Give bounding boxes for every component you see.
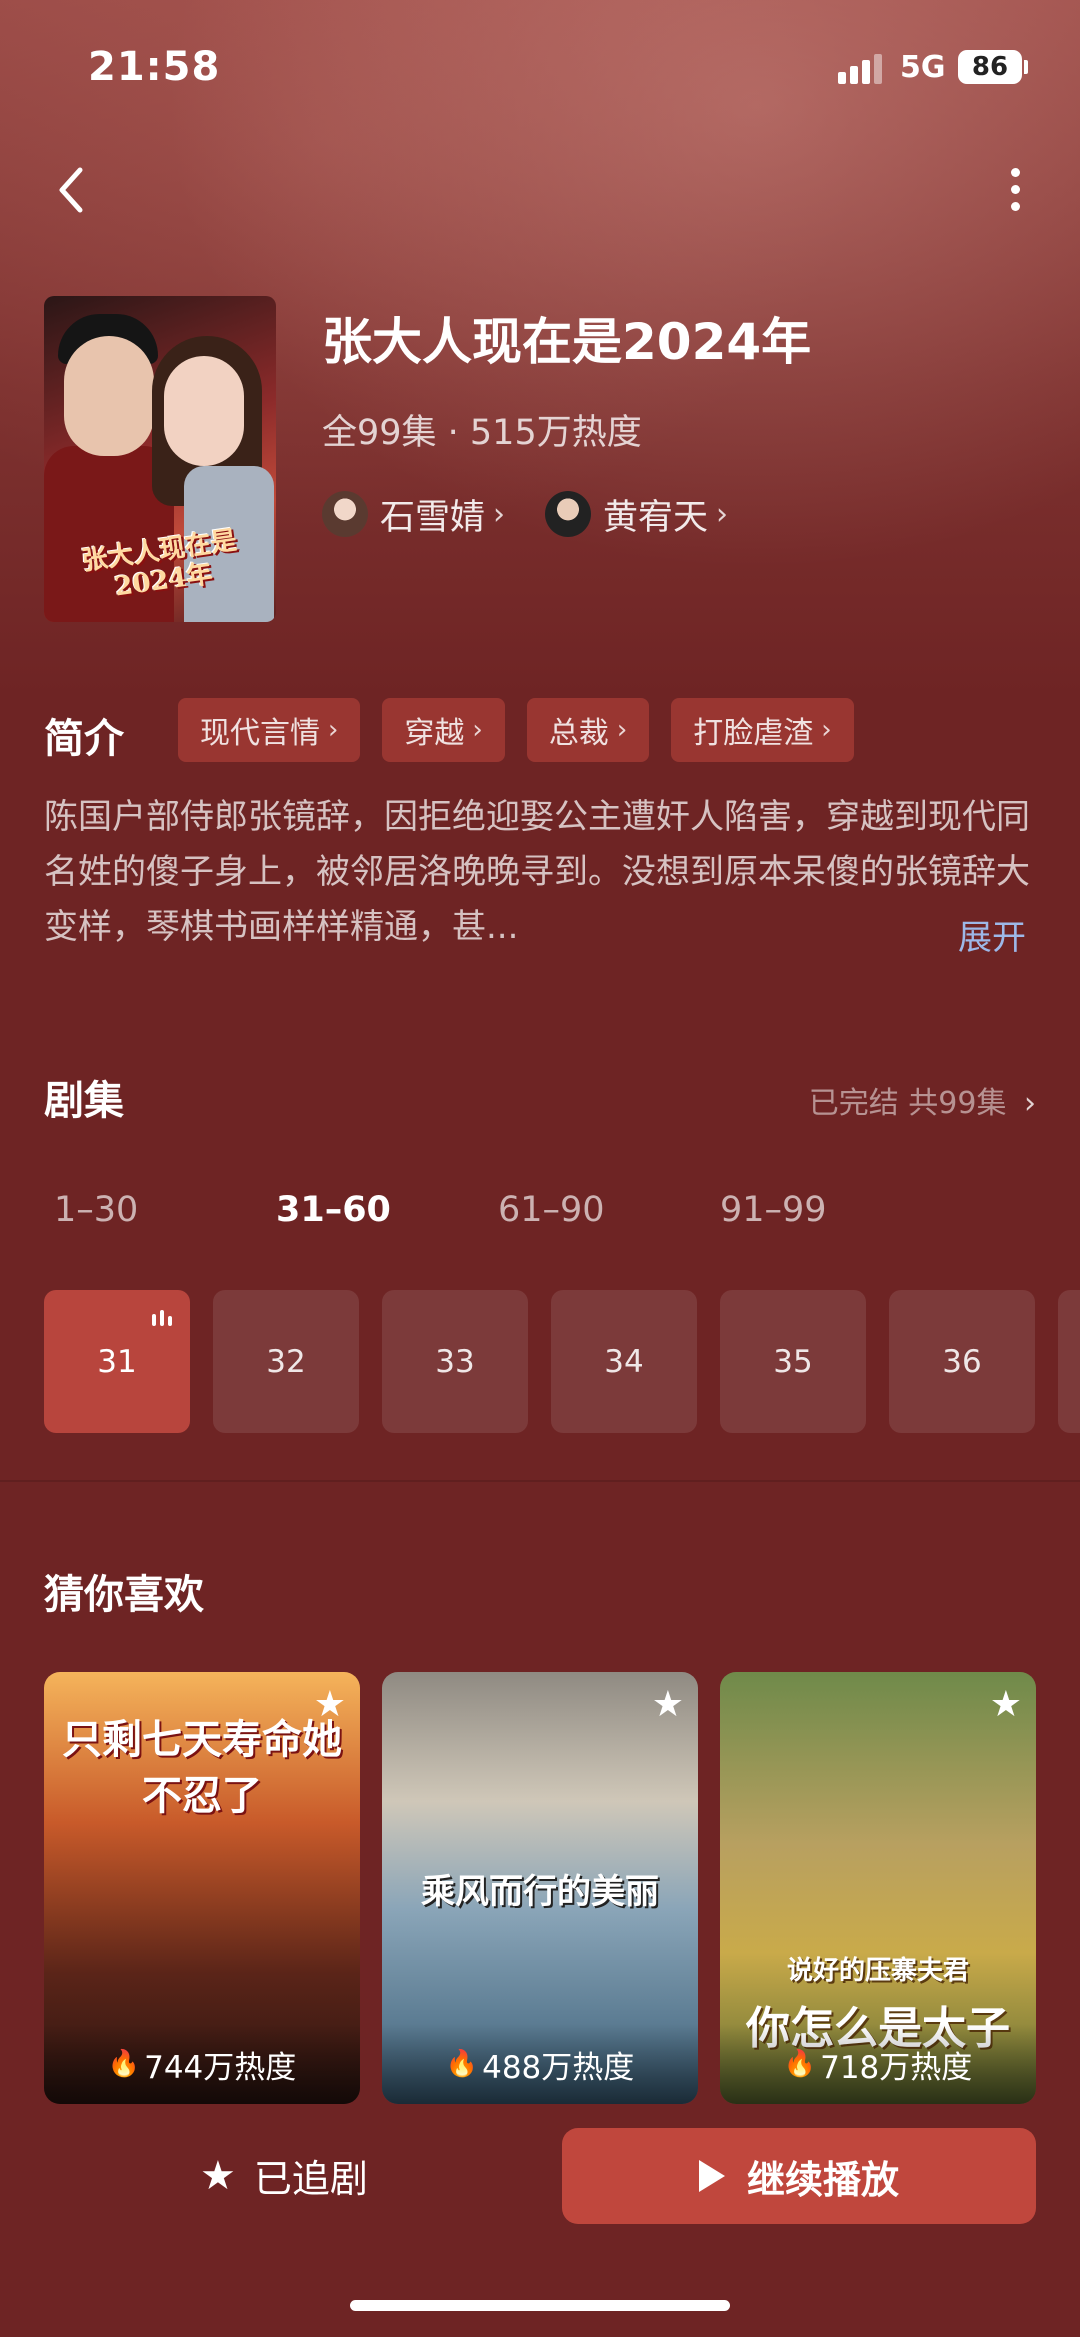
- back-button[interactable]: [48, 160, 98, 220]
- genre-tag[interactable]: 打脸虐渣 ›: [671, 698, 854, 762]
- chevron-right-icon: ›: [616, 715, 628, 745]
- episode-number: 32: [266, 1343, 306, 1380]
- play-label: 继续播放: [746, 2157, 899, 2202]
- star-icon[interactable]: ★: [652, 1684, 684, 1725]
- more-dot-icon: [1010, 185, 1020, 194]
- tag-label: 穿越: [404, 716, 465, 751]
- genre-tag[interactable]: 穿越 ›: [382, 698, 505, 762]
- star-icon: ★: [200, 2152, 236, 2199]
- chevron-right-icon: ›: [472, 715, 483, 745]
- episodes-status-text: 已完结 共99集: [808, 1086, 1007, 1121]
- recommend-card[interactable]: 乘风而行的美丽 ★ 🔥 488万热度: [382, 1672, 698, 2104]
- follow-button[interactable]: ★ 已追剧: [200, 2148, 368, 2203]
- expand-link[interactable]: 展开: [958, 910, 1026, 959]
- now-playing-icon: [152, 1310, 172, 1326]
- episode-range-tabs: 1–30 31–60 61–90 91–99: [54, 1190, 942, 1230]
- cast-item[interactable]: 黄宥天 ›: [545, 489, 728, 540]
- cast-name: 黄宥天: [603, 497, 709, 538]
- signal-icon: [838, 54, 882, 84]
- range-tab[interactable]: 91–99: [720, 1190, 942, 1230]
- chevron-left-icon: [59, 167, 83, 213]
- episode-button[interactable]: 32: [213, 1290, 359, 1433]
- play-icon: [698, 2160, 725, 2192]
- avatar: [545, 491, 592, 537]
- episode-number: 33: [435, 1343, 475, 1380]
- card-title-art: 只剩七天寿命她不忍了: [62, 1716, 342, 1819]
- card-heat: 🔥 744万热度: [44, 2024, 360, 2104]
- card-title-art: 乘风而行的美丽: [421, 1872, 659, 1912]
- range-tab[interactable]: 61–90: [498, 1190, 720, 1230]
- recommend-list: 只剩七天寿命她不忍了 ★ 🔥 744万热度 乘风而行的美丽 ★ 🔥 488万热度 说…: [44, 1672, 1036, 2104]
- tag-label: 现代言情: [200, 716, 320, 751]
- status-time: 21:58: [88, 44, 221, 90]
- episode-list: 31 32 33 34 35 36 37: [44, 1290, 1080, 1433]
- home-indicator[interactable]: [350, 2300, 730, 2311]
- chevron-right-icon: ›: [1024, 1086, 1036, 1121]
- cast-list: 石雪婧 › 黄宥天 ›: [322, 486, 728, 542]
- star-icon[interactable]: ★: [990, 1684, 1022, 1725]
- more-dot-icon: [1010, 202, 1020, 211]
- more-options-button[interactable]: [1000, 160, 1030, 220]
- chevron-right-icon: ›: [493, 496, 506, 532]
- status-bar: 21:58 5G 86: [0, 0, 1080, 130]
- card-heat: 🔥 488万热度: [382, 2024, 698, 2104]
- star-icon[interactable]: ★: [314, 1684, 346, 1725]
- episode-number: 31: [97, 1343, 137, 1380]
- cast-item[interactable]: 石雪婧 ›: [322, 489, 505, 540]
- battery-icon: 86: [958, 50, 1022, 84]
- episodes-status[interactable]: 已完结 共99集 ›: [809, 1078, 1036, 1122]
- drama-description: 陈国户部侍郎张镜辞，因拒绝迎娶公主遭奸人陷害，穿越到现代同名姓的傻子身上，被邻居…: [44, 797, 1030, 947]
- more-dot-icon: [1010, 168, 1020, 177]
- recommend-heading: 猜你喜欢: [44, 1572, 204, 1618]
- poster-figure: [64, 336, 154, 456]
- heat-text: 718万热度: [820, 2049, 973, 2086]
- heat-text: 744万热度: [144, 2049, 297, 2086]
- genre-tags: 现代言情 › 穿越 › 总裁 › 打脸虐渣 ›: [178, 698, 854, 762]
- drama-title: 张大人现在是2024年: [322, 313, 812, 371]
- range-tab[interactable]: 31–60: [276, 1190, 498, 1230]
- heat-text: 488万热度: [482, 2049, 635, 2086]
- intro-heading: 简介: [44, 716, 124, 762]
- battery-tip: [1024, 60, 1028, 74]
- recommend-card[interactable]: 说好的压寨夫君 你怎么是太子 ★ 🔥718万热度: [720, 1672, 1036, 2104]
- episode-number: 35: [773, 1343, 813, 1380]
- flame-icon: 🔥: [107, 2049, 141, 2079]
- drama-meta: 全99集 · 515万热度: [322, 413, 642, 453]
- episode-button[interactable]: 36: [889, 1290, 1035, 1433]
- episode-button[interactable]: 31: [44, 1290, 190, 1433]
- episode-button[interactable]: 34: [551, 1290, 697, 1433]
- episode-number: 36: [942, 1343, 982, 1380]
- chevron-right-icon: ›: [716, 496, 729, 532]
- episode-button[interactable]: 33: [382, 1290, 528, 1433]
- recommend-card[interactable]: 只剩七天寿命她不忍了 ★ 🔥 744万热度: [44, 1672, 360, 2104]
- episode-number: 34: [604, 1343, 644, 1380]
- network-type: 5G: [900, 50, 946, 85]
- tag-label: 打脸虐渣: [693, 716, 814, 751]
- range-tab[interactable]: 1–30: [54, 1190, 276, 1230]
- card-subtitle-art: 说好的压寨夫君: [786, 1956, 969, 1986]
- poster-figure: [164, 356, 244, 466]
- episodes-heading: 剧集: [44, 1078, 124, 1124]
- flame-icon: 🔥: [445, 2049, 479, 2079]
- genre-tag[interactable]: 现代言情 ›: [178, 698, 361, 762]
- flame-icon: 🔥: [783, 2049, 817, 2079]
- episode-button[interactable]: 35: [720, 1290, 866, 1433]
- cast-name: 石雪婧: [380, 497, 486, 538]
- chevron-right-icon: ›: [328, 715, 339, 745]
- section-divider: [0, 1480, 1080, 1482]
- genre-tag[interactable]: 总裁 ›: [526, 698, 650, 762]
- drama-poster[interactable]: 张大人现在是2024年: [44, 296, 276, 622]
- card-heat: 🔥 718万热度: [720, 2024, 1036, 2104]
- follow-label: 已追剧: [253, 2157, 368, 2201]
- chevron-right-icon: ›: [821, 715, 832, 745]
- avatar: [322, 491, 368, 537]
- tag-label: 总裁: [548, 716, 609, 751]
- episode-button[interactable]: 37: [1058, 1290, 1080, 1433]
- continue-play-button[interactable]: 继续播放: [562, 2128, 1036, 2224]
